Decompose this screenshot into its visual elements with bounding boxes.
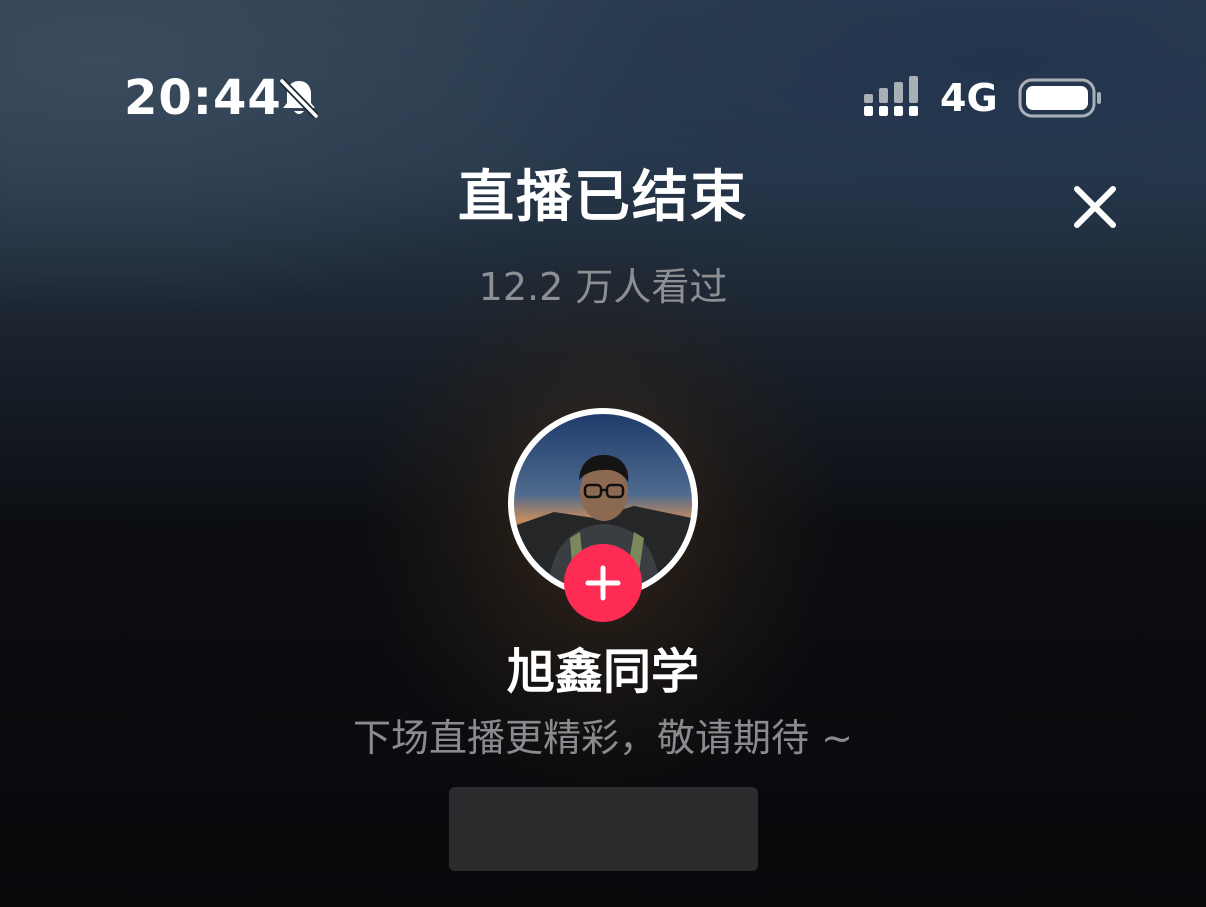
action-button[interactable]	[449, 787, 758, 871]
close-icon[interactable]	[1066, 178, 1124, 236]
battery-icon	[1018, 78, 1101, 118]
streamer-name[interactable]: 旭鑫同学	[0, 644, 1206, 700]
bell-muted-icon	[279, 78, 319, 119]
signal-icon	[864, 76, 918, 116]
follow-button[interactable]	[564, 544, 642, 622]
network-type: 4G	[940, 76, 998, 120]
next-stream-message: 下场直播更精彩，敬请期待 ~	[353, 716, 853, 760]
plus-icon	[585, 565, 621, 601]
live-ended-screen: 20:44 4G 直播已结束 12.2 万人看过 旭鑫同学 下场直播更精彩，敬请…	[0, 0, 1206, 907]
status-time: 20:44	[124, 70, 282, 126]
page-title: 直播已结束	[458, 165, 748, 230]
viewer-count: 12.2 万人看过	[478, 265, 728, 309]
